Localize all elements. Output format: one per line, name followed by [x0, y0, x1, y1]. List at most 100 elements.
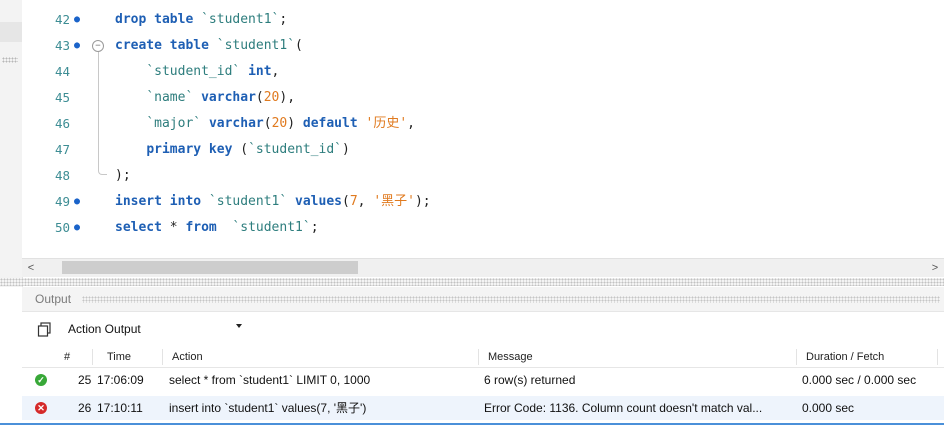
code-token: primary key	[146, 142, 233, 157]
statement-marker-icon[interactable]: ●	[74, 7, 80, 33]
col-header-duration[interactable]: Duration / Fetch	[806, 351, 884, 363]
code-token: (	[342, 194, 350, 209]
output-title: Output	[35, 292, 72, 306]
code-token: (	[263, 116, 272, 131]
code-text: `student_id` int,	[115, 59, 279, 85]
col-header-action[interactable]: Action	[172, 351, 203, 363]
code-token: varchar	[208, 116, 264, 131]
code-line[interactable]: 42 ● drop table `student1`;	[22, 7, 944, 33]
code-line[interactable]: 43 ● − create table `student1`(	[22, 33, 944, 59]
scrollbar-thumb[interactable]	[62, 261, 358, 274]
statement-marker-icon[interactable]: ●	[74, 33, 80, 59]
code-token: (	[295, 38, 303, 53]
code-token: 20	[271, 116, 288, 131]
output-row[interactable]: ✓ 25 17:06:09 select * from `student1` L…	[22, 368, 944, 392]
scroll-right-arrow[interactable]: >	[926, 259, 944, 277]
code-token: 20	[263, 90, 280, 105]
copy-icon[interactable]	[37, 322, 52, 337]
code-text: insert into `student1` values(7, '黑子');	[115, 189, 431, 215]
code-line[interactable]: 49 ● insert into `student1` values(7, '黑子'…	[22, 189, 944, 215]
code-token: `student1`	[216, 38, 296, 53]
line-number: 43	[54, 38, 70, 53]
code-token: ),	[279, 90, 296, 105]
line-number: 45	[54, 90, 70, 105]
col-header-number[interactable]: #	[64, 351, 70, 363]
sidebar-splitter-grip[interactable]	[2, 57, 18, 63]
code-token: `student1`	[232, 220, 311, 235]
col-header-time[interactable]: Time	[107, 351, 131, 363]
code-token: '历史'	[365, 116, 408, 131]
code-text: `name` varchar(20),	[115, 85, 295, 111]
output-left-margin	[0, 287, 22, 429]
code-text: `major` varchar(20) default '历史',	[115, 111, 415, 137]
success-check-icon: ✓	[35, 374, 47, 386]
column-divider[interactable]	[92, 349, 93, 365]
horizontal-scrollbar[interactable]: < >	[22, 258, 944, 277]
code-token: )	[341, 142, 350, 157]
line-number: 50	[54, 220, 70, 235]
code-token: values	[295, 194, 342, 209]
code-line[interactable]: 44 `student_id` int,	[22, 59, 944, 85]
code-token: default	[302, 116, 358, 131]
chevron-down-icon	[236, 324, 242, 328]
code-text: create table `student1`(	[115, 33, 303, 59]
left-sidebar-strip	[0, 0, 23, 290]
line-number: 42	[54, 12, 70, 27]
code-line[interactable]: 46 `major` varchar(20) default '历史',	[22, 111, 944, 137]
col-header-message[interactable]: Message	[488, 351, 533, 363]
code-line[interactable]: 51	[22, 241, 944, 258]
code-line[interactable]: 50 ● select * from `student1`;	[22, 215, 944, 241]
column-divider[interactable]	[937, 349, 938, 365]
code-token: (	[255, 90, 264, 105]
sidebar-block	[0, 22, 22, 42]
sql-editor[interactable]: 42 ● drop table `student1`; 43 ● − create tabl…	[22, 0, 944, 258]
code-text: select * from `student1`;	[115, 215, 319, 241]
code-token: (	[232, 142, 249, 157]
row-number: 25	[78, 373, 92, 387]
row-action: select * from `student1` LIMIT 0, 1000	[169, 373, 371, 387]
code-token: ,	[407, 116, 415, 131]
code-token: `student1`	[208, 194, 288, 209]
line-number: 51	[54, 246, 70, 258]
scroll-left-arrow[interactable]: <	[22, 259, 40, 277]
column-divider[interactable]	[478, 349, 479, 365]
output-type-select[interactable]: Action Output	[68, 320, 264, 338]
column-divider[interactable]	[796, 349, 797, 365]
code-token: '黑子'	[373, 194, 415, 209]
statement-marker-icon[interactable]: ●	[74, 189, 80, 215]
code-token: ,	[357, 194, 374, 209]
code-token: insert into	[115, 194, 209, 209]
code-token: `major`	[146, 116, 202, 131]
code-token: from	[185, 220, 217, 235]
column-divider[interactable]	[162, 349, 163, 365]
code-line[interactable]: 47 primary key (`student_id`)	[22, 137, 944, 163]
code-token: *	[161, 220, 186, 235]
row-time: 17:06:09	[97, 373, 144, 387]
panel-splitter[interactable]	[0, 278, 944, 286]
code-token: `student1`	[201, 12, 280, 27]
output-row-selected[interactable]: ✕ 26 17:10:11 insert into `student1` val…	[22, 396, 944, 420]
code-line[interactable]: 45 `name` varchar(20),	[22, 85, 944, 111]
fold-toggle-icon[interactable]: −	[92, 40, 104, 52]
row-number: 26	[78, 401, 92, 415]
output-table-header: # Time Action Message Duration / Fetch	[22, 347, 944, 368]
row-message: 6 row(s) returned	[484, 373, 576, 387]
code-token: ,	[271, 64, 280, 79]
row-duration: 0.000 sec	[802, 401, 855, 415]
statement-marker-icon[interactable]: ●	[74, 215, 80, 241]
row-time: 17:10:11	[97, 401, 143, 415]
error-x-icon: ✕	[35, 402, 47, 414]
line-number: 46	[54, 116, 70, 131]
code-line[interactable]: 48);	[22, 163, 944, 189]
output-header-grip	[82, 296, 940, 303]
code-token: int	[248, 64, 272, 79]
code-text: drop table `student1`;	[115, 7, 287, 33]
code-token: `student_id`	[146, 64, 241, 79]
